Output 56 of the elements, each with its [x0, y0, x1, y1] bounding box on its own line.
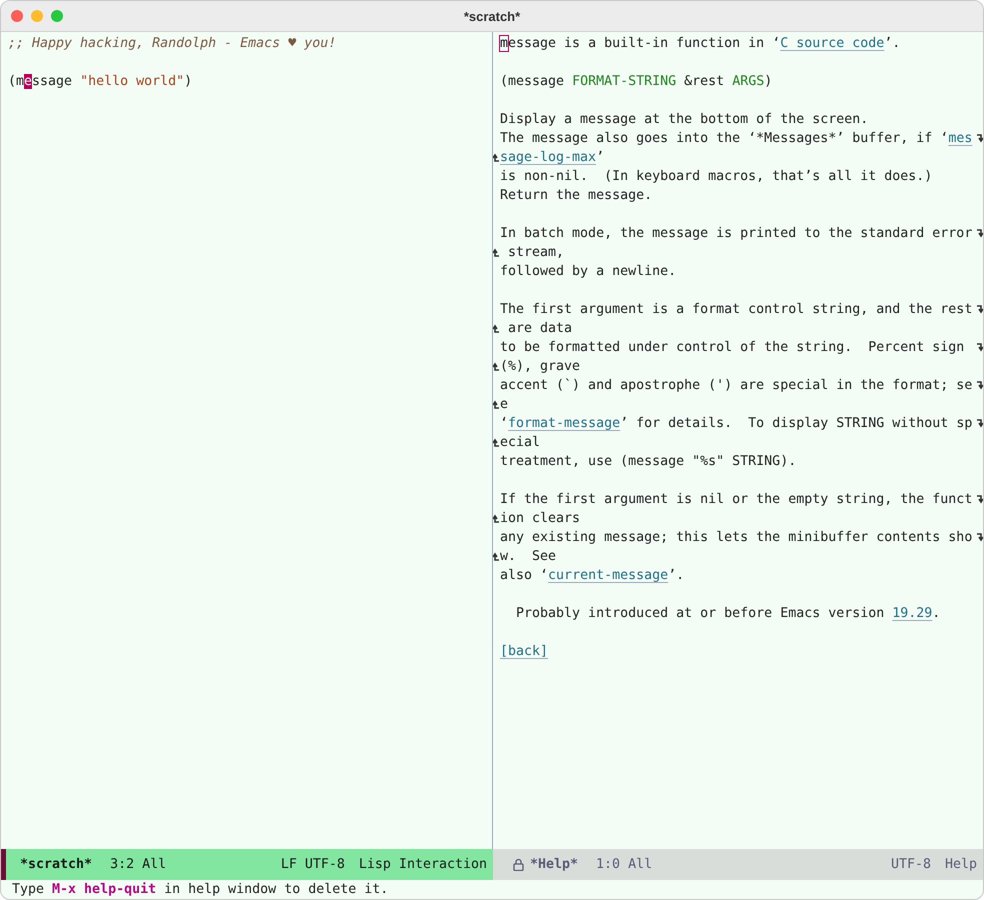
text-cursor: e: [24, 74, 32, 89]
wrap-arrow-icon: [493, 438, 500, 447]
help-text: ion clears: [500, 510, 580, 528]
help-text: sage-log-max’: [500, 149, 604, 167]
major-mode-label: Lisp Interaction: [358, 857, 487, 872]
help-text: accent (`) and apostrophe (') are special in the format; se: [500, 377, 972, 395]
help-text: Probably introduced at or before Emacs version 19.29.: [515, 605, 940, 623]
buffer-name: *scratch*: [20, 857, 92, 872]
link[interactable]: [back]: [500, 644, 548, 659]
link[interactable]: current-message: [548, 568, 668, 583]
wrap-arrow-icon: [493, 552, 500, 561]
help-text: to be formatted under control of the string. Percent sign: [500, 339, 966, 357]
help-text: The first argument is a format control string, and the rest: [500, 301, 972, 319]
help-text: stream,: [507, 244, 564, 262]
echo-message: Type M-x help-quit in help window to delete it.: [12, 882, 388, 897]
link[interactable]: format-message: [508, 416, 620, 431]
help-text: Return the message.: [500, 187, 652, 205]
help-text: followed by a newline.: [500, 263, 676, 281]
help-text: treatment, use (message "%s" STRING).: [500, 453, 796, 471]
encoding-label: LF UTF-8: [280, 857, 345, 872]
wrap-arrow-icon: [493, 362, 500, 371]
link[interactable]: mes: [948, 131, 972, 146]
major-mode-label: Help: [944, 857, 977, 872]
cursor-position: 3:2 All: [110, 857, 166, 872]
buffer-name: *Help*: [530, 857, 578, 872]
help-text: also ‘current-message’.: [500, 567, 684, 585]
encoding-label: UTF-8: [890, 857, 931, 872]
help-text: are data: [507, 320, 572, 338]
help-text: is non-nil. (In keyboard macros, that’s all it does.): [500, 168, 932, 186]
cursor-position: 1:0 All: [596, 857, 652, 872]
zoom-button[interactable]: [51, 10, 63, 22]
link[interactable]: 19.29: [892, 606, 932, 621]
help-text: (%), grave: [500, 358, 580, 376]
text-cursor: m: [500, 36, 508, 51]
wrap-arrow-icon: [493, 400, 500, 409]
code-line: ;; Happy hacking, Randolph - Emacs ♥ you!: [8, 35, 336, 53]
code-line: (message "hello world"): [8, 73, 192, 91]
wrap-arrow-icon: [493, 248, 500, 257]
help-text: (message FORMAT-STRING &rest ARGS): [500, 73, 772, 91]
help-text: Display a message at the bottom of the screen.: [500, 111, 868, 129]
window-title: *scratch*: [464, 8, 520, 24]
help-text: w. See: [500, 548, 556, 566]
help-text: The message also goes into the ‘*Messages*’ buffer, if ‘mes: [500, 130, 972, 148]
wrap-arrow-icon: [493, 324, 500, 333]
wrap-arrow-icon: [493, 514, 500, 523]
help-text: e: [500, 396, 508, 414]
wrap-arrow-icon: [493, 153, 500, 162]
help-text: If the first argument is nil or the empty string, the funct: [500, 491, 972, 509]
link[interactable]: sage-log-max: [500, 150, 596, 165]
help-text: ecial: [500, 434, 540, 452]
link[interactable]: C source code: [780, 36, 884, 51]
help-text: In batch mode, the message is printed to the standard error: [500, 225, 972, 243]
minimize-button[interactable]: [31, 10, 43, 22]
help-text: any existing message; this lets the minibuffer contents sho: [500, 529, 972, 547]
close-button[interactable]: [11, 10, 23, 22]
help-text: ‘format-message’ for details. To display STRING without sp: [500, 415, 972, 433]
